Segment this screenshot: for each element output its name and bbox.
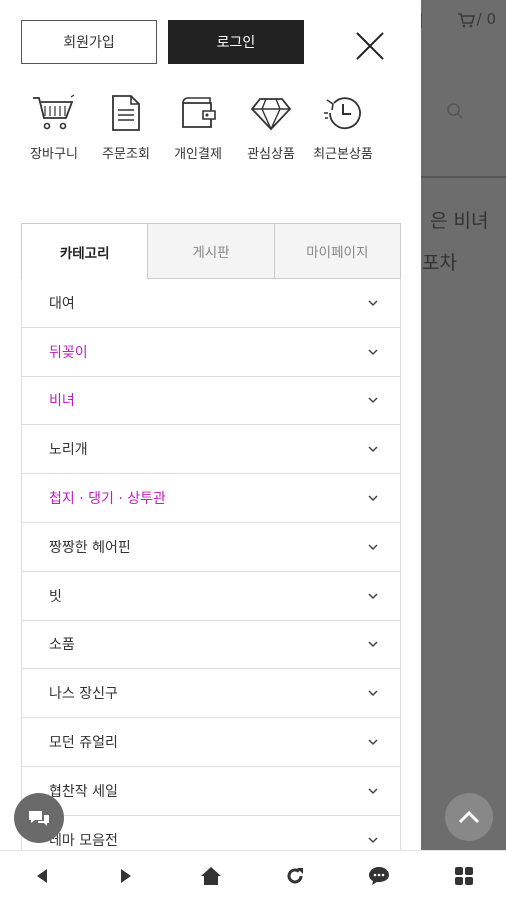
chat-nav-button[interactable] xyxy=(359,856,399,896)
cart-count: / 0 xyxy=(476,10,496,28)
home-icon xyxy=(200,866,221,885)
header-cart: / 0 xyxy=(457,10,496,28)
category-item[interactable]: 테마 모음전 xyxy=(22,816,400,850)
chat-bubbles-icon xyxy=(29,811,49,826)
chevron-down-icon xyxy=(368,300,378,306)
chevron-down-icon xyxy=(368,837,378,843)
category-label: 나스 장신구 xyxy=(49,686,118,703)
category-label: 테마 모음전 xyxy=(49,832,118,849)
menu-grid-button[interactable] xyxy=(444,856,484,896)
search-icon xyxy=(447,103,463,119)
speech-bubble-icon xyxy=(369,866,390,885)
quick-link-label: 개인결제 xyxy=(174,147,222,162)
quick-link-label: 장바구니 xyxy=(30,147,78,162)
category-label: 뒤꽂이 xyxy=(49,344,88,361)
category-label: 짱짱한 헤어핀 xyxy=(49,539,131,556)
category-item[interactable]: 비녀 xyxy=(22,377,400,426)
background-divider xyxy=(420,176,506,178)
category-label: 비녀 xyxy=(49,393,75,410)
category-item[interactable]: 빗 xyxy=(22,572,400,621)
chevron-down-icon xyxy=(368,544,378,550)
arrow-left-icon xyxy=(37,868,48,883)
chevron-down-icon xyxy=(368,690,378,697)
quick-link-recent[interactable]: 최근본상품 xyxy=(308,92,378,166)
quick-link-payment[interactable]: 개인결제 xyxy=(163,92,233,166)
background-text: 은 비녀 xyxy=(430,210,489,232)
background-text: 포차 xyxy=(422,252,457,274)
chevron-down-icon xyxy=(368,641,378,648)
category-list: 대여뒤꽂이비녀노리개첩지 · 댕기 · 상투관짱짱한 헤어핀빗소품나스 장신구모… xyxy=(21,279,401,850)
chevron-down-icon xyxy=(368,349,378,355)
tab-board[interactable]: 게시판 xyxy=(147,224,274,279)
category-label: 빗 xyxy=(49,588,62,605)
chevron-down-icon xyxy=(368,495,378,502)
cart-icon xyxy=(33,94,75,130)
category-item[interactable]: 뒤꽂이 xyxy=(22,328,400,377)
chevron-down-icon xyxy=(368,593,378,599)
grid-icon xyxy=(454,866,473,885)
category-item[interactable]: 소품 xyxy=(22,621,400,670)
history-clock-icon xyxy=(324,97,361,130)
tab-category[interactable]: 카테고리 xyxy=(21,224,148,279)
category-item[interactable]: 첩지 · 댕기 · 상투관 xyxy=(22,474,400,523)
wallet-icon xyxy=(182,97,216,128)
forward-button[interactable] xyxy=(106,856,146,896)
cart-icon xyxy=(457,12,475,27)
join-button[interactable]: 회원가입 xyxy=(21,20,157,64)
arrow-right-icon xyxy=(121,868,132,883)
category-item[interactable]: 모던 쥬얼리 xyxy=(22,718,400,767)
chevron-down-icon xyxy=(368,739,378,746)
quick-link-orders[interactable]: 주문조회 xyxy=(91,92,161,166)
quick-link-label: 주문조회 xyxy=(102,147,150,162)
home-button[interactable] xyxy=(191,856,231,896)
quick-link-cart[interactable]: 장바구니 xyxy=(19,92,89,166)
refresh-button[interactable] xyxy=(275,856,315,896)
menu-tabs: 카테고리 게시판 마이페이지 xyxy=(21,223,401,279)
category-item[interactable]: 짱짱한 헤어핀 xyxy=(22,523,400,572)
close-icon[interactable] xyxy=(352,28,388,64)
category-item[interactable]: 협찬작 세일 xyxy=(22,767,400,816)
category-item[interactable]: 대여 xyxy=(22,279,400,328)
chevron-down-icon xyxy=(368,446,378,453)
category-label: 모던 쥬얼리 xyxy=(49,735,118,752)
refresh-icon xyxy=(287,867,304,883)
document-icon xyxy=(112,95,140,131)
scroll-to-top-button[interactable] xyxy=(445,793,493,841)
bottom-navigation-bar xyxy=(0,850,506,900)
quick-link-wishlist[interactable]: 관심상품 xyxy=(236,92,306,166)
tab-mypage[interactable]: 마이페이지 xyxy=(273,224,401,279)
category-label: 노리개 xyxy=(49,442,88,459)
category-label: 소품 xyxy=(49,637,75,654)
chevron-down-icon xyxy=(368,397,378,404)
quick-link-label: 관심상품 xyxy=(247,147,295,162)
category-label: 대여 xyxy=(49,295,75,312)
diamond-icon xyxy=(250,98,292,131)
chat-button[interactable] xyxy=(14,793,64,843)
side-menu-drawer: 회원가입 로그인 장바구니 주문조회 개인결제 관심상품 최근본상품 카테고리 … xyxy=(0,0,421,850)
login-button[interactable]: 로그인 xyxy=(168,20,304,64)
back-button[interactable] xyxy=(22,856,62,896)
quick-link-label: 최근본상품 xyxy=(313,147,373,162)
category-item[interactable]: 나스 장신구 xyxy=(22,669,400,719)
chevron-down-icon xyxy=(368,788,378,794)
category-item[interactable]: 노리개 xyxy=(22,425,400,475)
category-label: 첩지 · 댕기 · 상투관 xyxy=(49,491,166,508)
chevron-up-icon xyxy=(458,810,480,824)
category-label: 협찬작 세일 xyxy=(49,783,118,800)
